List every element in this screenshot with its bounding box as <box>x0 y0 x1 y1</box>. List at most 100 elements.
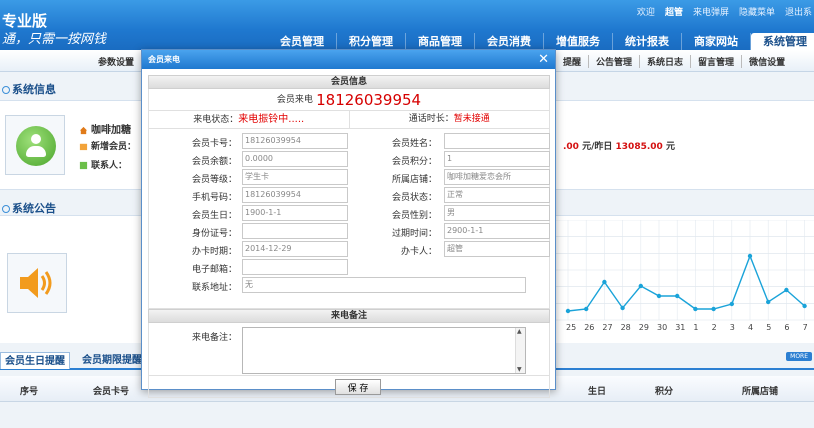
nav-tab-valueadd[interactable]: 增值服务 <box>544 33 613 50</box>
subnav-messages[interactable]: 留言管理 <box>691 55 743 68</box>
card-no-label: 会员卡号： <box>191 139 237 149</box>
email-field[interactable] <box>242 259 348 275</box>
user-avatar-icon <box>16 126 56 166</box>
remark-label: 来电备注： <box>191 333 237 343</box>
call-popup-link[interactable]: 来电弹屏 <box>693 5 729 18</box>
nav-tab-system[interactable]: 系统管理 <box>751 33 814 50</box>
phone-field[interactable]: 18126039954 <box>242 187 348 203</box>
subnav-syslog[interactable]: 系统日志 <box>640 55 692 68</box>
chart-tick-label: 1 <box>693 323 698 332</box>
email-label: 电子邮箱： <box>191 265 237 275</box>
address-field[interactable]: 无 <box>242 277 526 293</box>
id-no-field[interactable] <box>242 223 348 239</box>
points-field[interactable]: 1 <box>444 151 550 167</box>
call-status-label: 来电状态： <box>193 115 239 125</box>
caller-number: 18126039954 <box>316 91 422 109</box>
nav-tab-consume[interactable]: 会员消费 <box>475 33 544 50</box>
chart-tick-label: 29 <box>639 323 649 332</box>
subnav-params[interactable]: 参数设置 <box>98 55 134 68</box>
chart-point <box>729 301 734 307</box>
issuer-label: 办卡人： <box>400 247 437 257</box>
name-label: 会员姓名： <box>391 139 437 149</box>
nav-tab-goods[interactable]: 商品管理 <box>406 33 475 50</box>
nav-tab-member[interactable]: 会员管理 <box>268 33 337 50</box>
call-status-value: 来电振铃中..... <box>238 114 305 125</box>
chart-tick-label: 30 <box>657 323 667 332</box>
chart-point <box>565 308 571 314</box>
tab-birthday-reminder[interactable]: 会员生日提醒 <box>0 352 70 369</box>
col-birthday: 生日 <box>588 387 607 397</box>
home-icon <box>79 126 88 134</box>
chart-point <box>675 293 680 299</box>
phone-label: 手机号码： <box>191 193 237 203</box>
issue-date-field[interactable]: 2014-12-29 <box>242 241 348 257</box>
nav-tab-website[interactable]: 商家网站 <box>682 33 751 50</box>
save-row: 保 存 <box>148 376 550 398</box>
contact-info: 联系人： <box>79 158 127 171</box>
chart-tick-label: 31 <box>675 323 685 332</box>
new-member-info: 新增会员： <box>79 139 136 152</box>
logout-link[interactable]: 退出系 <box>785 5 812 18</box>
current-user-link[interactable]: 超管 <box>665 5 683 18</box>
card-no-field[interactable]: 18126039954 <box>242 133 348 149</box>
bullet-icon <box>2 86 10 94</box>
remark-scrollbar[interactable]: ▲ ▼ <box>515 328 525 373</box>
status-field[interactable]: 正常 <box>444 187 550 203</box>
trend-chart: 25 26 27 28 29 30 31 1 2 3 4 5 6 7 <box>556 220 814 332</box>
contact-card-icon <box>79 161 88 170</box>
chart-tick-label: 2 <box>712 323 717 332</box>
chart-tick-label: 3 <box>730 323 735 332</box>
gender-field[interactable]: 男 <box>444 205 550 221</box>
main-nav: 会员管理 积分管理 商品管理 会员消费 增值服务 统计报表 商家网站 系统管理 <box>268 33 814 50</box>
subnav-reminder[interactable]: 提醒 <box>556 55 590 68</box>
more-button[interactable]: MORE <box>786 352 812 361</box>
remark-textarea[interactable]: ▲ ▼ <box>242 327 526 374</box>
subnav-wechat[interactable]: 微信设置 <box>742 55 792 68</box>
chart-point <box>638 283 643 289</box>
balance-field[interactable]: 0.0000 <box>242 151 348 167</box>
dialog-title: 会员来电 <box>148 55 180 64</box>
shop-field[interactable]: 咖啡加糖爱恋会所 <box>444 169 550 185</box>
scroll-down-icon[interactable]: ▼ <box>517 366 522 373</box>
chart-tick-label: 25 <box>566 323 576 332</box>
name-field[interactable] <box>444 133 550 149</box>
tab-expiry-reminder[interactable]: 会员期限提醒 <box>78 352 146 369</box>
expire-field[interactable]: 2900-1-1 <box>444 223 550 239</box>
col-points: 积分 <box>655 387 674 397</box>
address-label: 联系地址： <box>191 283 237 293</box>
save-button[interactable]: 保 存 <box>335 379 381 395</box>
duration-label: 通话时长： <box>408 114 454 124</box>
close-icon[interactable]: ✕ <box>538 50 549 69</box>
chart-point <box>693 306 698 312</box>
bullet-icon <box>2 205 10 213</box>
nav-tab-points[interactable]: 积分管理 <box>337 33 406 50</box>
chart-point <box>584 306 589 312</box>
chart-tick-label: 5 <box>766 323 771 332</box>
issue-date-label: 办卡时期： <box>191 247 237 257</box>
nav-tab-reports[interactable]: 统计报表 <box>613 33 682 50</box>
col-index: 序号 <box>20 387 39 397</box>
hide-menu-link[interactable]: 隐藏菜单 <box>739 5 775 18</box>
subnav-right: 提醒 公告管理 系统日志 留言管理 微信设置 <box>556 55 792 68</box>
status-label: 会员状态： <box>391 193 437 203</box>
birthday-field[interactable]: 1900-1-1 <box>242 205 348 221</box>
chart-point <box>711 306 716 312</box>
chart-tick-label: 26 <box>584 323 594 332</box>
dialog-titlebar: 会员来电 ✕ <box>142 50 555 69</box>
level-field[interactable]: 学生卡 <box>242 169 348 185</box>
chart-tick-label: 4 <box>748 323 753 332</box>
expire-label: 过期时间： <box>391 229 437 239</box>
issuer-field[interactable]: 超管 <box>444 241 550 257</box>
speaker-icon <box>7 253 67 313</box>
subnav-announcement[interactable]: 公告管理 <box>589 55 641 68</box>
scroll-up-icon[interactable]: ▲ <box>517 328 522 335</box>
level-label: 会员等级： <box>191 175 237 185</box>
dialog-body: 会员信息 会员来电 18126039954 来电状态：来电振铃中..... 通话… <box>148 75 550 398</box>
id-no-label: 身份证号： <box>191 229 237 239</box>
member-info-header: 会员信息 <box>148 75 550 89</box>
chart-point <box>784 287 789 293</box>
welcome-text: 欢迎 <box>636 8 655 18</box>
duration-value: 暂未接通 <box>453 114 490 124</box>
announcement-title: 系统公告 <box>2 200 56 216</box>
chart-point <box>656 293 662 299</box>
